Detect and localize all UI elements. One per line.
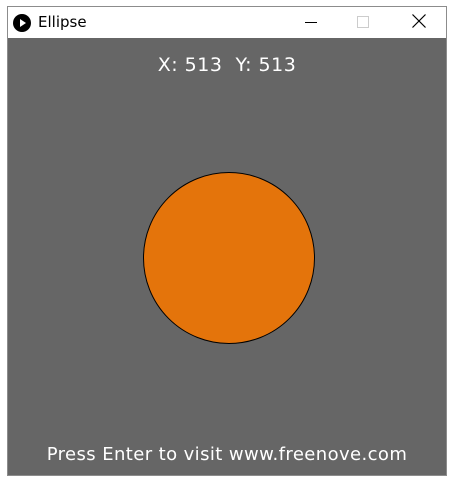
close-icon bbox=[412, 13, 426, 32]
y-label: Y: bbox=[235, 54, 252, 76]
window-title: Ellipse bbox=[38, 13, 87, 31]
drawing-canvas[interactable]: X: 513 Y: 513 Press Enter to visit www.f… bbox=[8, 38, 446, 475]
title-bar[interactable]: Ellipse bbox=[8, 7, 446, 38]
minimize-button[interactable] bbox=[288, 7, 334, 38]
footer-hint: Press Enter to visit www.freenove.com bbox=[46, 444, 408, 465]
maximize-button[interactable] bbox=[340, 7, 386, 38]
play-circle-icon bbox=[13, 14, 31, 32]
minimize-icon bbox=[305, 13, 317, 32]
ellipse-shape bbox=[143, 172, 315, 344]
y-value: 513 bbox=[258, 54, 297, 76]
x-label: X: bbox=[157, 54, 179, 76]
maximize-icon bbox=[357, 13, 369, 32]
coordinate-readout: X: 513 Y: 513 bbox=[8, 54, 446, 76]
x-value: 513 bbox=[184, 54, 223, 76]
app-window: Ellipse X: 513 Y: 513 Press Enter to vis… bbox=[7, 6, 447, 476]
close-button[interactable] bbox=[396, 7, 442, 38]
